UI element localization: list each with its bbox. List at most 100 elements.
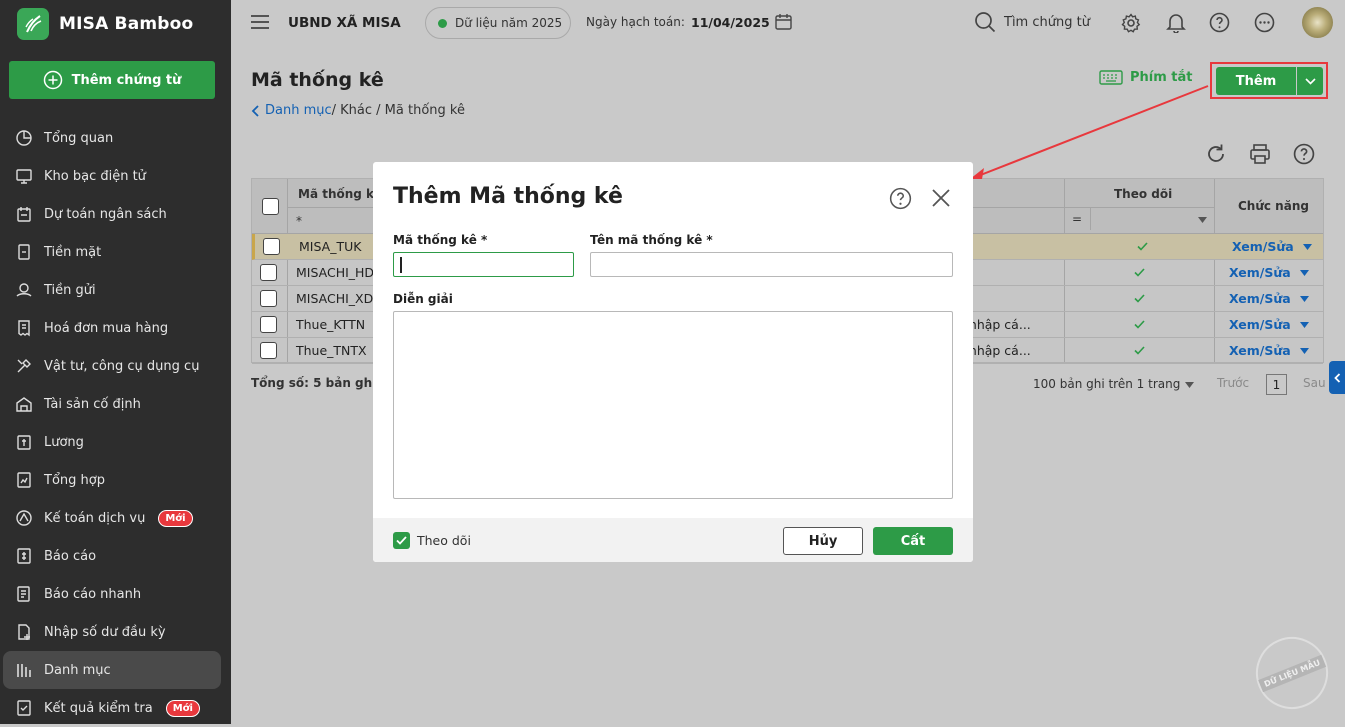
- sidebar-item-5[interactable]: Hoá đơn mua hàng: [0, 309, 231, 347]
- sidebar-item-label: Tài sản cố định: [44, 396, 141, 412]
- app-logo[interactable]: MISA Bamboo: [17, 8, 193, 40]
- sidebar-item-9[interactable]: Tổng hợp: [0, 461, 231, 499]
- dropdown-arrow-icon[interactable]: [1198, 217, 1207, 223]
- sidebar-item-12[interactable]: Báo cáo nhanh: [0, 575, 231, 613]
- posting-date-value[interactable]: 11/04/2025: [691, 15, 770, 30]
- filter-eq[interactable]: =: [1072, 212, 1082, 226]
- follow-checkbox[interactable]: [393, 532, 410, 549]
- sample-data-watermark: DỮ LIỆU MẪU: [1245, 626, 1339, 720]
- next-page-button[interactable]: Sau: [1303, 376, 1326, 390]
- bamboo-logo-icon: [17, 8, 49, 40]
- posting-date-label: Ngày hạch toán:: [586, 15, 685, 29]
- sidebar-item-10[interactable]: Kế toán dịch vụ Mới: [0, 499, 231, 537]
- prev-page-button[interactable]: Trước: [1217, 376, 1249, 390]
- sidebar-item-label: Tổng hợp: [44, 472, 105, 488]
- topbar: UBND XÃ MISA Dữ liệu năm 2025 Ngày hạch …: [231, 0, 1345, 45]
- sidebar-item-3[interactable]: Tiền mặt: [0, 233, 231, 271]
- breadcrumb-root-link[interactable]: Danh mục: [265, 103, 332, 118]
- data-year-pill[interactable]: Dữ liệu năm 2025: [425, 7, 571, 39]
- calendar-icon[interactable]: [775, 13, 792, 30]
- caret-down-icon[interactable]: [1303, 244, 1312, 250]
- budget-icon: [17, 207, 31, 222]
- select-all-checkbox[interactable]: [262, 198, 279, 215]
- checkmark-icon: [1134, 294, 1145, 303]
- add-button[interactable]: Thêm: [1216, 67, 1296, 95]
- follow-filter-select[interactable]: [1090, 208, 1214, 230]
- sidebar-item-label: Báo cáo nhanh: [44, 586, 142, 602]
- save-button[interactable]: Cất: [873, 527, 953, 555]
- org-name[interactable]: UBND XÃ MISA: [288, 15, 401, 31]
- sidebar-item-15[interactable]: Kết quả kiểm tra Mới: [0, 689, 231, 727]
- service-icon: [16, 510, 32, 526]
- code-input[interactable]: [393, 252, 574, 277]
- app-name: MISA Bamboo: [59, 14, 194, 34]
- search-label[interactable]: Tìm chứng từ: [1004, 15, 1090, 30]
- sidebar-item-4[interactable]: Tiền gửi: [0, 271, 231, 309]
- add-dropdown-button[interactable]: [1297, 67, 1323, 95]
- sidebar-item-7[interactable]: Tài sản cố định: [0, 385, 231, 423]
- checkmark-icon: [396, 536, 407, 545]
- filter-star[interactable]: *: [296, 214, 302, 228]
- current-page[interactable]: 1: [1266, 374, 1287, 395]
- row-checkbox[interactable]: [263, 238, 280, 255]
- follow-label[interactable]: Theo dõi: [417, 533, 471, 548]
- checkmark-icon: [1137, 242, 1148, 251]
- sidebar-item-label: Báo cáo: [44, 548, 97, 564]
- row-checkbox[interactable]: [260, 290, 277, 307]
- help-icon[interactable]: [889, 187, 912, 210]
- paging-info[interactable]: 100 bản ghi trên 1 trang: [1033, 377, 1180, 391]
- cancel-button[interactable]: Hủy: [783, 527, 863, 555]
- sidebar-item-13[interactable]: Nhập số dư đầu kỳ: [0, 613, 231, 651]
- gear-icon[interactable]: [1121, 13, 1141, 33]
- more-options-icon[interactable]: [1254, 12, 1275, 33]
- caret-down-icon[interactable]: [1300, 296, 1309, 302]
- sidebar-item-0[interactable]: Tổng quan: [0, 119, 231, 157]
- hamburger-menu-icon[interactable]: [251, 14, 269, 30]
- column-header-code[interactable]: Mã thống kê: [298, 187, 382, 201]
- view-edit-link[interactable]: Xem/Sửa: [1229, 343, 1291, 358]
- building-icon: [16, 397, 32, 412]
- view-edit-link[interactable]: Xem/Sửa: [1229, 265, 1291, 280]
- sidebar-item-1[interactable]: Kho bạc điện tử: [0, 157, 231, 195]
- help-icon[interactable]: [1293, 143, 1315, 165]
- sidebar-item-label: Vật tư, công cụ dụng cụ: [44, 358, 200, 374]
- bell-icon[interactable]: [1166, 12, 1186, 33]
- description-textarea[interactable]: [393, 311, 953, 499]
- view-edit-link[interactable]: Xem/Sửa: [1229, 317, 1291, 332]
- chevron-left-icon: [1333, 372, 1340, 383]
- sidebar-item-11[interactable]: Báo cáo: [0, 537, 231, 575]
- catalog-icon: [17, 664, 31, 677]
- row-checkbox[interactable]: [260, 316, 277, 333]
- print-icon[interactable]: [1249, 143, 1271, 165]
- help-icon[interactable]: [1209, 12, 1230, 33]
- tools-icon: [17, 359, 31, 373]
- sidebar-item-label: Tiền mặt: [44, 244, 102, 260]
- add-document-button[interactable]: Thêm chứng từ: [9, 61, 215, 99]
- row-code: MISACHI_XD: [296, 291, 374, 306]
- sidebar-item-14[interactable]: Danh mục: [3, 651, 221, 689]
- cash-icon: [18, 244, 30, 260]
- close-icon[interactable]: [932, 189, 950, 207]
- column-header-action: Chức năng: [1238, 199, 1309, 213]
- caret-down-icon[interactable]: [1300, 270, 1309, 276]
- view-edit-link[interactable]: Xem/Sửa: [1232, 239, 1294, 254]
- sidebar-item-2[interactable]: Dự toán ngân sách: [0, 195, 231, 233]
- description-label: Diễn giải: [393, 292, 453, 306]
- right-panel-toggle[interactable]: [1329, 361, 1345, 394]
- sidebar-item-8[interactable]: Lương: [0, 423, 231, 461]
- caret-down-icon[interactable]: [1300, 348, 1309, 354]
- invoice-icon: [18, 320, 30, 337]
- sidebar-item-6[interactable]: Vật tư, công cụ dụng cụ: [0, 347, 231, 385]
- monitor-icon: [16, 169, 32, 184]
- new-badge: Mới: [165, 699, 200, 717]
- search-icon[interactable]: [974, 11, 996, 33]
- name-input[interactable]: [590, 252, 953, 277]
- row-checkbox[interactable]: [260, 264, 277, 281]
- total-count: Tổng số: 5 bản ghi: [251, 376, 377, 390]
- caret-down-icon[interactable]: [1300, 322, 1309, 328]
- chevron-left-icon[interactable]: [251, 104, 261, 117]
- view-edit-link[interactable]: Xem/Sửa: [1229, 291, 1291, 306]
- avatar[interactable]: [1302, 7, 1333, 38]
- row-checkbox[interactable]: [260, 342, 277, 359]
- paging-dropdown-icon[interactable]: [1185, 382, 1194, 388]
